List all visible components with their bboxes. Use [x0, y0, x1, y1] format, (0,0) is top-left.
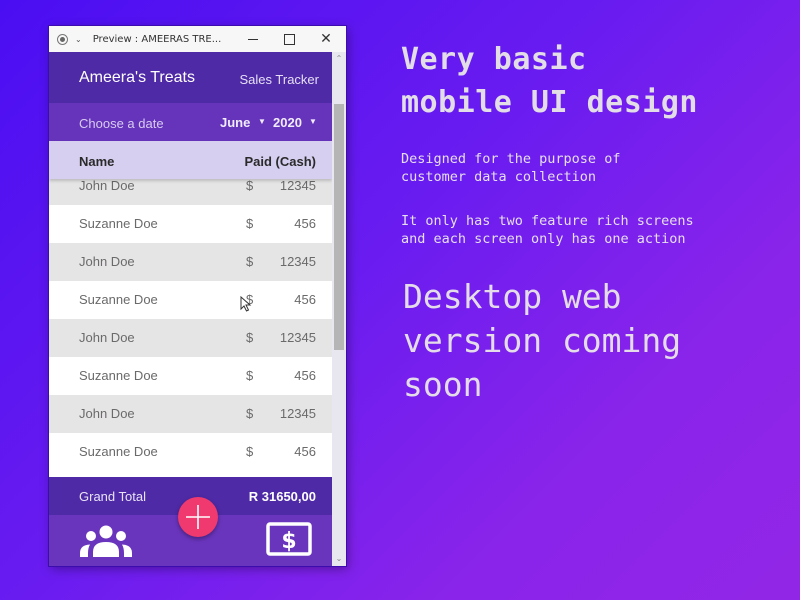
promo-announcement: Desktop web version coming soon [403, 277, 682, 404]
table-row[interactable]: Suzanne Doe $ 456 [49, 433, 332, 471]
window-title: Preview : AMEERAS TRE... [92, 33, 222, 45]
app-header: Ameera's Treats Sales Tracker [49, 52, 332, 103]
chevron-down-icon[interactable]: ⌄ [75, 35, 82, 44]
dollar-bill-icon[interactable]: $ [266, 522, 312, 556]
promo-description-purpose: Designed for the purpose of customer dat… [401, 151, 621, 185]
table-row[interactable]: Suzanne Doe $ 456 [49, 205, 332, 243]
table-row[interactable]: John Doe $ 12345 [49, 179, 332, 205]
promo-description-screens: It only has two feature rich screens and… [401, 213, 694, 247]
column-header-paid: Paid (Cash) [244, 154, 316, 169]
vertical-scrollbar[interactable]: ⌃ ⌄ [332, 52, 346, 566]
caret-down-icon[interactable]: ▼ [309, 117, 317, 126]
column-header-name: Name [79, 154, 115, 169]
month-select[interactable]: June [220, 115, 250, 130]
table-row[interactable]: Suzanne Doe $ 456 [49, 281, 332, 319]
grand-total-label: Grand Total [79, 489, 146, 504]
mouse-cursor-icon [240, 296, 252, 312]
minimize-button[interactable] [235, 26, 271, 52]
row-currency: $ [246, 179, 254, 193]
mobile-app: Ameera's Treats Sales Tracker Choose a d… [49, 52, 332, 566]
row-name: Suzanne Doe [79, 216, 158, 231]
table-row[interactable]: John Doe $ 12345 [49, 319, 332, 357]
window-titlebar[interactable]: ⌄ Preview : AMEERAS TRE... ✕ [49, 26, 346, 52]
row-name: Suzanne Doe [79, 368, 158, 383]
maximize-button[interactable] [271, 26, 307, 52]
people-group-icon[interactable] [79, 525, 133, 557]
grand-total-value: R 31650,00 [248, 489, 316, 504]
row-currency: $ [246, 406, 254, 421]
row-name: John Doe [79, 406, 135, 421]
row-name: Suzanne Doe [79, 444, 158, 459]
row-name: John Doe [79, 330, 135, 345]
row-amount: 456 [294, 216, 316, 231]
close-button[interactable]: ✕ [308, 26, 344, 52]
row-currency: $ [246, 444, 254, 459]
add-sale-button[interactable] [178, 497, 218, 537]
scroll-down-arrow[interactable]: ⌄ [332, 552, 346, 566]
caret-down-icon[interactable]: ▼ [258, 117, 266, 126]
row-amount: 12345 [279, 330, 316, 345]
promo-headline: Very basic mobile UI design [401, 42, 698, 120]
row-currency: $ [246, 368, 254, 383]
row-amount: 456 [294, 292, 316, 307]
year-select[interactable]: 2020 [273, 115, 302, 130]
row-amount: 456 [294, 444, 316, 459]
row-currency: $ [246, 254, 254, 269]
row-currency: $ [246, 216, 254, 231]
row-amount: 456 [294, 368, 316, 383]
table-row[interactable]: John Doe $ 12345 [49, 243, 332, 281]
row-amount: 12345 [279, 179, 316, 193]
row-amount: 12345 [279, 254, 316, 269]
svg-text:$: $ [281, 529, 296, 554]
scrollbar-thumb[interactable] [334, 104, 344, 350]
row-name: John Doe [79, 254, 135, 269]
scroll-up-arrow[interactable]: ⌃ [332, 52, 346, 66]
row-currency: $ [246, 330, 254, 345]
table-header: Name Paid (Cash) [49, 141, 332, 179]
app-title: Ameera's Treats [79, 69, 195, 86]
preview-window: ⌄ Preview : AMEERAS TRE... ✕ Ameera's Tr… [49, 26, 346, 566]
table-row[interactable]: Suzanne Doe $ 456 [49, 357, 332, 395]
app-subtitle: Sales Tracker [239, 72, 319, 87]
date-picker-label: Choose a date [79, 116, 164, 131]
sales-list[interactable]: John Doe $ 12345 Suzanne Doe $ 456 John … [49, 179, 332, 481]
table-row[interactable]: John Doe $ 12345 [49, 395, 332, 433]
row-name: Suzanne Doe [79, 292, 158, 307]
row-amount: 12345 [279, 406, 316, 421]
plus-icon [186, 505, 210, 529]
record-icon[interactable] [57, 33, 68, 45]
row-name: John Doe [79, 179, 135, 193]
date-picker-bar: Choose a date June ▼ 2020 ▼ [49, 103, 332, 141]
